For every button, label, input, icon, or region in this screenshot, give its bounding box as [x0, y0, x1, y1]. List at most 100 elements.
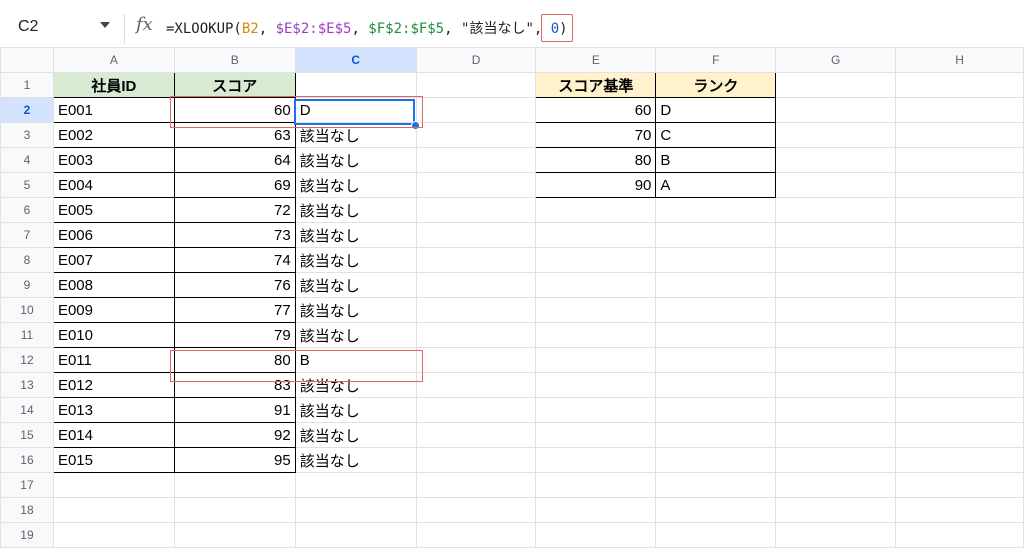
cell-b11[interactable]: 79	[173, 322, 296, 348]
cell-f18[interactable]	[655, 497, 777, 523]
cell-g9[interactable]	[775, 272, 897, 298]
cell-b5[interactable]: 69	[173, 172, 296, 198]
cell-e11[interactable]	[535, 322, 657, 348]
cell-d16[interactable]	[415, 447, 537, 473]
cell-g2[interactable]	[775, 97, 897, 123]
row-header[interactable]: 1	[0, 72, 54, 98]
cell-b1[interactable]: スコア	[173, 72, 296, 98]
cell-a12[interactable]: E011	[52, 347, 175, 373]
cell-a14[interactable]: E013	[52, 397, 175, 423]
row-header[interactable]: 12	[0, 347, 54, 373]
cell-b18[interactable]	[173, 497, 296, 523]
cell-d12[interactable]	[415, 347, 537, 373]
cell-c10[interactable]: 該当なし	[294, 297, 417, 323]
cell-c11[interactable]: 該当なし	[294, 322, 417, 348]
row-header[interactable]: 7	[0, 222, 54, 248]
cell-b6[interactable]: 72	[173, 197, 296, 223]
column-header-f[interactable]: F	[655, 47, 777, 73]
cell-h16[interactable]	[895, 447, 1024, 473]
formula-input[interactable]: =XLOOKUP(B2, $E$2:$E$5, $F$2:$F$5, "該当なし…	[166, 18, 568, 38]
cell-f9[interactable]	[655, 272, 777, 298]
cell-d9[interactable]	[415, 272, 537, 298]
cell-f2[interactable]: D	[655, 97, 777, 123]
row-header[interactable]: 9	[0, 272, 54, 298]
cell-f15[interactable]	[655, 422, 777, 448]
cell-c6[interactable]: 該当なし	[294, 197, 417, 223]
cell-h1[interactable]	[895, 72, 1024, 98]
row-header[interactable]: 8	[0, 247, 54, 273]
cell-a2[interactable]: E001	[52, 97, 175, 123]
row-header[interactable]: 13	[0, 372, 54, 398]
cell-e1[interactable]: スコア基準	[535, 72, 657, 98]
cell-b4[interactable]: 64	[173, 147, 296, 173]
cell-d15[interactable]	[415, 422, 537, 448]
cell-e15[interactable]	[535, 422, 657, 448]
cell-f14[interactable]	[655, 397, 777, 423]
cell-d2[interactable]	[415, 97, 537, 123]
cell-e13[interactable]	[535, 372, 657, 398]
cell-a13[interactable]: E012	[52, 372, 175, 398]
cell-d5[interactable]	[415, 172, 537, 198]
cell-a5[interactable]: E004	[52, 172, 175, 198]
row-header[interactable]: 19	[0, 522, 54, 548]
cell-g7[interactable]	[775, 222, 897, 248]
cell-e18[interactable]	[535, 497, 657, 523]
cell-f17[interactable]	[655, 472, 777, 498]
cell-f11[interactable]	[655, 322, 777, 348]
cell-d18[interactable]	[415, 497, 537, 523]
row-header[interactable]: 2	[0, 97, 54, 123]
cell-a4[interactable]: E003	[52, 147, 175, 173]
cell-a9[interactable]: E008	[52, 272, 175, 298]
cell-d10[interactable]	[415, 297, 537, 323]
cell-g13[interactable]	[775, 372, 897, 398]
cell-f19[interactable]	[655, 522, 777, 548]
column-header-e[interactable]: E	[535, 47, 657, 73]
cell-b8[interactable]: 74	[173, 247, 296, 273]
cell-a16[interactable]: E015	[52, 447, 175, 473]
cell-h18[interactable]	[895, 497, 1024, 523]
cell-h7[interactable]	[895, 222, 1024, 248]
cell-e12[interactable]	[535, 347, 657, 373]
cell-b9[interactable]: 76	[173, 272, 296, 298]
cell-d11[interactable]	[415, 322, 537, 348]
cell-g18[interactable]	[775, 497, 897, 523]
cell-b14[interactable]: 91	[173, 397, 296, 423]
cell-g5[interactable]	[775, 172, 897, 198]
cell-h12[interactable]	[895, 347, 1024, 373]
cell-g16[interactable]	[775, 447, 897, 473]
cell-a17[interactable]	[52, 472, 175, 498]
cell-c14[interactable]: 該当なし	[294, 397, 417, 423]
column-header-a[interactable]: A	[52, 47, 175, 73]
cell-c9[interactable]: 該当なし	[294, 272, 417, 298]
cell-a6[interactable]: E005	[52, 197, 175, 223]
cell-h2[interactable]	[895, 97, 1024, 123]
name-box[interactable]: C2	[18, 18, 38, 36]
cell-a1[interactable]: 社員ID	[52, 72, 175, 98]
cell-e2[interactable]: 60	[535, 97, 657, 123]
cell-e6[interactable]	[535, 197, 657, 223]
cell-c7[interactable]: 該当なし	[294, 222, 417, 248]
cell-c5[interactable]: 該当なし	[294, 172, 417, 198]
cell-f3[interactable]: C	[655, 122, 777, 148]
cell-h19[interactable]	[895, 522, 1024, 548]
cell-d19[interactable]	[415, 522, 537, 548]
cell-b16[interactable]: 95	[173, 447, 296, 473]
cell-f7[interactable]	[655, 222, 777, 248]
cell-a7[interactable]: E006	[52, 222, 175, 248]
row-header[interactable]: 11	[0, 322, 54, 348]
cell-f13[interactable]	[655, 372, 777, 398]
cell-b17[interactable]	[173, 472, 296, 498]
row-header[interactable]: 3	[0, 122, 54, 148]
cell-e7[interactable]	[535, 222, 657, 248]
cell-e8[interactable]	[535, 247, 657, 273]
cell-c1[interactable]	[294, 72, 417, 98]
cell-b15[interactable]: 92	[173, 422, 296, 448]
cell-d7[interactable]	[415, 222, 537, 248]
cell-b7[interactable]: 73	[173, 222, 296, 248]
row-header[interactable]: 15	[0, 422, 54, 448]
cell-d8[interactable]	[415, 247, 537, 273]
cell-g17[interactable]	[775, 472, 897, 498]
cell-a8[interactable]: E007	[52, 247, 175, 273]
row-header[interactable]: 14	[0, 397, 54, 423]
cell-h6[interactable]	[895, 197, 1024, 223]
